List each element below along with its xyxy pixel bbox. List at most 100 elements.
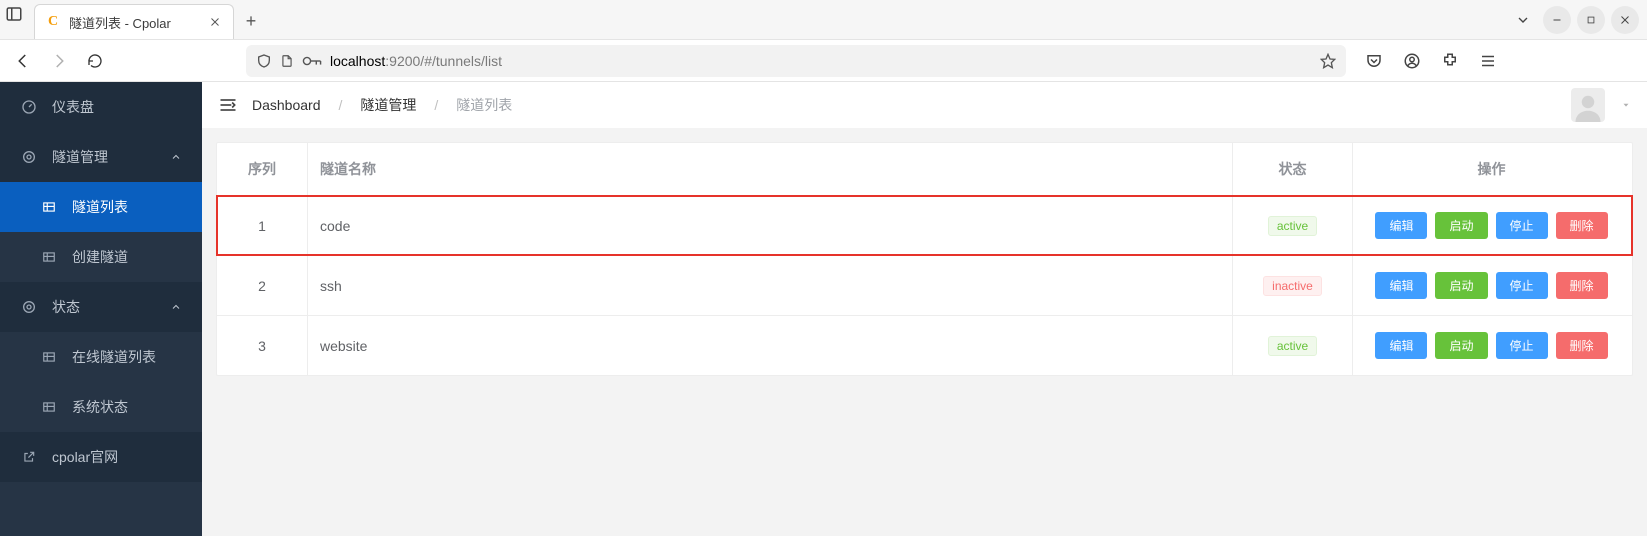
stop-button[interactable]: 停止 (1496, 332, 1548, 359)
sidebar-item-tunnel-list[interactable]: 隧道列表 (0, 182, 202, 232)
tabs-overflow-icon[interactable] (1509, 6, 1537, 34)
sidebar-item-dashboard[interactable]: 仪表盘 (0, 82, 202, 132)
browser-tab[interactable]: C 隧道列表 - Cpolar (34, 4, 234, 39)
forward-button[interactable] (44, 46, 74, 76)
edit-button[interactable]: 编辑 (1375, 332, 1427, 359)
crumb-sep: / (339, 97, 343, 113)
th-ops: 操作 (1352, 143, 1632, 195)
tunnel-table: 序列 隧道名称 状态 操作 1codeactive编辑启动停止删除2sshina… (216, 142, 1633, 376)
app: 仪表盘 隧道管理 隧道列表 创建隧 (0, 82, 1647, 536)
reload-button[interactable] (80, 46, 110, 76)
sidebar-item-system-status[interactable]: 系统状态 (0, 382, 202, 432)
window-maximize-button[interactable] (1577, 6, 1605, 34)
table-icon (40, 250, 58, 264)
table-body: 1codeactive编辑启动停止删除2sshinactive编辑启动停止删除3… (217, 196, 1632, 375)
cell-ops: 编辑启动停止删除 (1352, 256, 1632, 315)
sidebar-item-label: 状态 (52, 297, 80, 317)
permissions-icon[interactable] (302, 55, 322, 67)
delete-button[interactable]: 删除 (1556, 332, 1608, 359)
table-icon (40, 350, 58, 364)
sidebar-item-tunnel-mgmt[interactable]: 隧道管理 (0, 132, 202, 182)
content: 序列 隧道名称 状态 操作 1codeactive编辑启动停止删除2sshina… (202, 128, 1647, 390)
collapse-sidebar-icon[interactable] (218, 95, 238, 115)
sidebar-toggle-icon[interactable] (0, 0, 28, 28)
sidebar-item-label: 创建隧道 (72, 247, 128, 267)
pocket-icon[interactable] (1360, 47, 1388, 75)
chevron-up-icon (170, 151, 182, 163)
url-bar[interactable]: localhost:9200/#/tunnels/list (246, 45, 1346, 77)
account-icon[interactable] (1398, 47, 1426, 75)
window-minimize-button[interactable] (1543, 6, 1571, 34)
edit-button[interactable]: 编辑 (1375, 272, 1427, 299)
status-badge: active (1268, 336, 1317, 356)
caret-down-icon[interactable] (1621, 100, 1631, 110)
sidebar-item-label: 在线隧道列表 (72, 347, 156, 367)
close-icon[interactable] (207, 14, 223, 30)
gauge-icon (20, 99, 38, 115)
bookmark-icon[interactable] (1320, 53, 1336, 69)
cell-name: website (307, 316, 1232, 375)
start-button[interactable]: 启动 (1435, 212, 1487, 239)
table-row: 1code active 编辑启动停止删除 (217, 196, 1632, 255)
crumb-dashboard[interactable]: Dashboard (252, 97, 321, 113)
cell-name: code (307, 196, 1232, 255)
crumb-current: 隧道列表 (456, 95, 512, 115)
tab-favicon: C (45, 14, 61, 30)
stop-button[interactable]: 停止 (1496, 272, 1548, 299)
cell-name: ssh (307, 256, 1232, 315)
table-icon (40, 400, 58, 414)
sidebar-item-label: 仪表盘 (52, 97, 94, 117)
back-button[interactable] (8, 46, 38, 76)
sidebar-item-label: 系统状态 (72, 397, 128, 417)
browser-titlebar: C 隧道列表 - Cpolar + (0, 0, 1647, 40)
edit-button[interactable]: 编辑 (1375, 212, 1427, 239)
sidebar-item-label: 隧道管理 (52, 147, 108, 167)
main: Dashboard / 隧道管理 / 隧道列表 序列 隧道名称 状态 (202, 82, 1647, 536)
sidebar-item-status[interactable]: 状态 (0, 282, 202, 332)
chevron-up-icon (170, 301, 182, 313)
sidebar: 仪表盘 隧道管理 隧道列表 创建隧 (0, 82, 202, 536)
table-row: 2ssh inactive 编辑启动停止删除 (217, 255, 1632, 315)
crumb-sep: / (434, 97, 438, 113)
start-button[interactable]: 启动 (1435, 332, 1487, 359)
window-close-button[interactable] (1611, 6, 1639, 34)
new-tab-button[interactable]: + (234, 4, 268, 39)
cell-idx: 1 (217, 196, 307, 255)
shield-icon[interactable] (256, 53, 272, 69)
url-path: :9200/#/tunnels/list (385, 53, 502, 69)
delete-button[interactable]: 删除 (1556, 212, 1608, 239)
table-row: 3website active 编辑启动停止删除 (217, 315, 1632, 375)
cell-status: active (1232, 316, 1352, 375)
url-text: localhost:9200/#/tunnels/list (330, 53, 1312, 69)
cell-status: active (1232, 196, 1352, 255)
target-icon (20, 299, 38, 315)
th-idx: 序列 (217, 143, 307, 195)
table-icon (40, 200, 58, 214)
sidebar-item-create-tunnel[interactable]: 创建隧道 (0, 232, 202, 282)
tab-title: 隧道列表 - Cpolar (69, 13, 199, 32)
delete-button[interactable]: 删除 (1556, 272, 1608, 299)
start-button[interactable]: 启动 (1435, 272, 1487, 299)
cell-idx: 2 (217, 256, 307, 315)
extensions-icon[interactable] (1436, 47, 1464, 75)
cell-ops: 编辑启动停止删除 (1352, 196, 1632, 255)
sidebar-item-label: 隧道列表 (72, 197, 128, 217)
app-menu-icon[interactable] (1474, 47, 1502, 75)
sidebar-item-label: cpolar官网 (52, 447, 118, 467)
crumb-tunnel-mgmt[interactable]: 隧道管理 (360, 95, 416, 115)
external-link-icon (20, 450, 38, 464)
stop-button[interactable]: 停止 (1496, 212, 1548, 239)
cell-idx: 3 (217, 316, 307, 375)
cell-ops: 编辑启动停止删除 (1352, 316, 1632, 375)
cell-status: inactive (1232, 256, 1352, 315)
target-icon (20, 149, 38, 165)
browser-toolbar: localhost:9200/#/tunnels/list (0, 40, 1647, 82)
page-icon[interactable] (280, 54, 294, 68)
status-badge: active (1268, 216, 1317, 236)
th-name: 隧道名称 (307, 143, 1232, 195)
sidebar-item-online-list[interactable]: 在线隧道列表 (0, 332, 202, 382)
sidebar-item-official-site[interactable]: cpolar官网 (0, 432, 202, 482)
avatar[interactable] (1571, 88, 1605, 122)
table-header: 序列 隧道名称 状态 操作 (217, 143, 1632, 196)
status-badge: inactive (1263, 276, 1322, 296)
